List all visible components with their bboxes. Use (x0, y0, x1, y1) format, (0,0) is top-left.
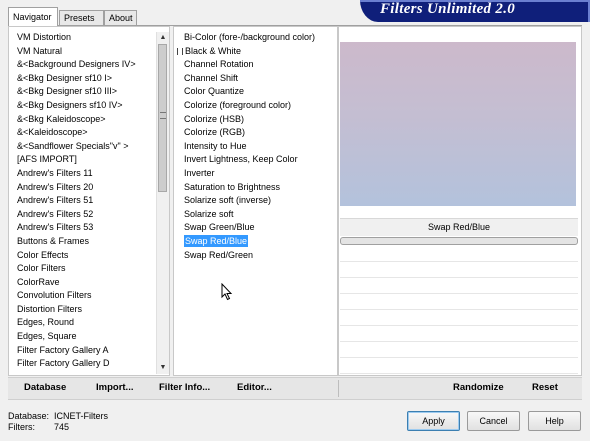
randomize-button[interactable]: Randomize (453, 382, 504, 393)
filter-item[interactable]: Intensity to Hue (177, 140, 335, 154)
filter-item[interactable]: Colorize (foreground color) (177, 99, 335, 113)
help-button[interactable]: Help (528, 411, 581, 431)
scroll-up-icon[interactable]: ▲ (157, 32, 169, 44)
category-scrollbar[interactable]: ▲ ▼ (156, 32, 169, 374)
filter-item-label: Solarize soft (inverse) (184, 195, 272, 206)
filter-item[interactable]: Solarize soft (177, 208, 335, 222)
filters-count: 745 (54, 422, 70, 432)
filter-item-label: Solarize soft (184, 208, 234, 219)
filter-item[interactable]: Swap Green/Blue (177, 221, 335, 235)
parameter-slider[interactable] (340, 237, 578, 245)
category-list[interactable]: VM Distortion VM Natural &<Background Desi… (17, 31, 155, 371)
scroll-down-icon[interactable]: ▼ (157, 362, 169, 374)
category-item[interactable]: Convolution Filters (17, 289, 155, 303)
parameter-rows (340, 246, 578, 374)
filter-item[interactable]: Channel Rotation (177, 58, 335, 72)
category-item[interactable]: Edges, Square (17, 330, 155, 344)
filter-item[interactable]: Saturation to Brightness (177, 181, 335, 195)
filter-item-label: Bi-Color (fore-/background color) (184, 32, 316, 42)
filter-item-label: Swap Red/Green (184, 249, 254, 260)
category-item[interactable]: ColorRave (17, 276, 155, 290)
tab-presets[interactable]: Presets (59, 10, 104, 25)
title-banner: Filters Unlimited 2.0 (360, 0, 590, 22)
app-title: Filters Unlimited 2.0 (380, 1, 516, 17)
category-item[interactable]: Andrew's Filters 11 (17, 167, 155, 181)
import-button[interactable]: Import... (96, 382, 133, 393)
toolbar-separator (338, 380, 339, 397)
category-item[interactable]: Buttons & Frames (17, 235, 155, 249)
filter-item[interactable]: Inverter (177, 167, 335, 181)
category-item[interactable]: &<Bkg Kaleidoscope> (17, 113, 155, 127)
filter-item-label: Channel Shift (184, 72, 239, 83)
category-item[interactable]: Andrew's Filters 20 (17, 181, 155, 195)
filter-item-label: Swap Red/Blue (184, 234, 249, 247)
tab-navigator[interactable]: Navigator (8, 7, 58, 26)
category-item[interactable]: Filter Factory Gallery D (17, 357, 155, 371)
bottom-toolbar: Database Import... Filter Info... Editor… (8, 377, 582, 400)
category-item[interactable]: Distortion Filters (17, 303, 155, 317)
filter-item[interactable]: Black & White (177, 45, 335, 59)
editor-button[interactable]: Editor... (237, 382, 272, 393)
filter-item[interactable]: Swap Red/Blue (177, 234, 335, 249)
apply-button[interactable]: Apply (407, 411, 460, 431)
category-item[interactable]: VM Distortion (17, 31, 155, 45)
filter-item-label: Colorize (foreground color) (184, 99, 292, 110)
tab-about[interactable]: About (104, 10, 137, 25)
filter-item-label: Invert Lightness, Keep Color (184, 154, 298, 165)
cancel-button[interactable]: Cancel (467, 411, 520, 431)
category-item[interactable]: Andrew's Filters 52 (17, 208, 155, 222)
filter-item-label: Color Quantize (184, 86, 245, 97)
category-item[interactable]: Andrew's Filters 53 (17, 221, 155, 235)
category-item[interactable]: Edges, Round (17, 316, 155, 330)
database-label: Database: (8, 411, 50, 421)
category-item[interactable]: Color Filters (17, 262, 155, 276)
filter-item-label: Channel Rotation (184, 59, 254, 70)
category-item[interactable]: Andrew's Filters 51 (17, 194, 155, 208)
filter-item[interactable]: Bi-Color (fore-/background color) (177, 31, 335, 45)
database-button[interactable]: Database (24, 382, 66, 393)
category-item[interactable]: &<Bkg Designer sf10 III> (17, 85, 155, 99)
filter-item[interactable]: Invert Lightness, Keep Color (177, 153, 335, 167)
filter-item[interactable]: Channel Shift (177, 72, 335, 86)
filter-list[interactable]: Bi-Color (fore-/background color) Black &… (177, 31, 335, 262)
filter-item-label: Intensity to Hue (184, 140, 247, 151)
filter-item[interactable]: Solarize soft (inverse) (177, 194, 335, 208)
reset-button[interactable]: Reset (532, 382, 558, 393)
category-item[interactable]: &<Kaleidoscope> (17, 126, 155, 140)
filter-info-button[interactable]: Filter Info... (159, 382, 210, 393)
database-value: ICNET-Filters (54, 411, 108, 421)
category-item[interactable]: &<Bkg Designer sf10 I> (17, 72, 155, 86)
category-item[interactable]: &<Sandflower Specials"v" > (17, 140, 155, 154)
filter-item[interactable]: Colorize (RGB) (177, 126, 335, 140)
filter-item-label: Inverter (184, 167, 215, 178)
category-item[interactable]: &<Background Designers IV> (17, 58, 155, 72)
filter-item[interactable]: Color Quantize (177, 85, 335, 99)
filters-label: Filters: (8, 422, 35, 432)
filter-item[interactable]: Colorize (HSB) (177, 113, 335, 127)
category-item[interactable]: Color Effects (17, 249, 155, 263)
grip-icon (160, 112, 166, 119)
filter-item-label: Colorize (RGB) (184, 127, 246, 138)
filter-item-label: Saturation to Brightness (184, 181, 281, 192)
category-item[interactable]: VM Natural (17, 45, 155, 59)
filter-item[interactable]: Swap Red/Green (177, 249, 335, 263)
category-item[interactable]: [AFS IMPORT] (17, 153, 155, 167)
preview-filter-name: Swap Red/Blue (340, 218, 578, 236)
filter-item-label: Black & White (185, 45, 242, 56)
preview-image (340, 42, 576, 206)
category-item[interactable]: Filter Factory Gallery A (17, 344, 155, 358)
filter-item-label: Colorize (HSB) (184, 113, 245, 124)
preset-marker-icon (177, 47, 183, 55)
category-item[interactable]: &<Bkg Designers sf10 IV> (17, 99, 155, 113)
filter-item-label: Swap Green/Blue (184, 222, 255, 233)
mouse-cursor-icon (221, 283, 233, 301)
